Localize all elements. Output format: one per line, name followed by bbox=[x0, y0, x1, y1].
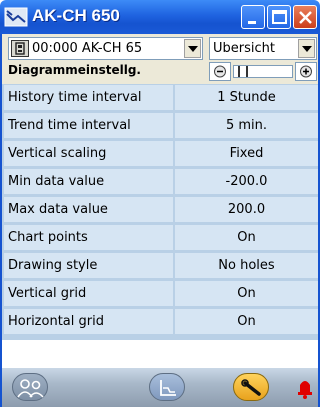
chevron-down-icon[interactable] bbox=[298, 39, 315, 58]
app-icon bbox=[4, 6, 28, 28]
device-select-value: 00:000 AK-CH 65 bbox=[32, 41, 143, 56]
setting-value[interactable]: 200.0 bbox=[175, 197, 318, 222]
scroll-right-button[interactable] bbox=[295, 62, 317, 81]
setting-label: Drawing style bbox=[4, 253, 173, 278]
setting-value[interactable]: On bbox=[175, 309, 318, 334]
close-icon bbox=[299, 11, 312, 24]
setting-value[interactable]: -200.0 bbox=[175, 169, 318, 194]
chevron-down-icon[interactable] bbox=[184, 39, 201, 58]
settings-table: History time interval 1 Stunde Trend tim… bbox=[0, 84, 320, 340]
maximize-button[interactable] bbox=[267, 5, 291, 29]
setting-label: Horizontal grid bbox=[4, 309, 173, 334]
minus-icon bbox=[214, 65, 226, 78]
minimize-icon bbox=[248, 21, 256, 24]
plus-icon bbox=[300, 65, 312, 78]
setting-label: Trend time interval bbox=[4, 113, 173, 138]
table-row[interactable]: Vertical grid On bbox=[4, 281, 318, 307]
scroll-left-button[interactable] bbox=[209, 62, 231, 81]
setting-label: Max data value bbox=[4, 197, 173, 222]
setting-value[interactable]: Fixed bbox=[175, 141, 318, 166]
table-row[interactable]: History time interval 1 Stunde bbox=[4, 85, 318, 111]
people-icon bbox=[17, 379, 44, 398]
table-row[interactable]: Drawing style No holes bbox=[4, 253, 318, 279]
setting-label: Chart points bbox=[4, 225, 173, 250]
setting-label: Min data value bbox=[4, 169, 173, 194]
view-select[interactable]: Übersicht bbox=[209, 37, 317, 60]
title-bar: AK-CH 650 bbox=[0, 0, 320, 34]
maximize-icon bbox=[272, 10, 287, 24]
chart-button[interactable] bbox=[149, 373, 185, 401]
setting-label: Vertical grid bbox=[4, 281, 173, 306]
setting-value[interactable]: On bbox=[175, 281, 318, 306]
scroll-thumb[interactable] bbox=[238, 66, 248, 77]
scroll-track[interactable] bbox=[233, 65, 293, 78]
setting-label: Vertical scaling bbox=[4, 141, 173, 166]
table-row[interactable]: Min data value -200.0 bbox=[4, 169, 318, 195]
table-row[interactable]: Horizontal grid On bbox=[4, 309, 318, 335]
close-button[interactable] bbox=[293, 5, 317, 29]
people-button[interactable] bbox=[12, 373, 48, 401]
table-row[interactable]: Trend time interval 5 min. bbox=[4, 113, 318, 139]
table-row[interactable]: Chart points On bbox=[4, 225, 318, 251]
table-row[interactable]: Vertical scaling Fixed bbox=[4, 141, 318, 167]
section-heading: Diagrammeinstellg. bbox=[8, 63, 141, 77]
setting-value[interactable]: 5 min. bbox=[175, 113, 318, 138]
page-scroller[interactable] bbox=[209, 62, 317, 81]
bottom-toolbar bbox=[0, 368, 320, 407]
setting-label: History time interval bbox=[4, 85, 173, 110]
device-select[interactable]: 00:000 AK-CH 65 bbox=[8, 37, 203, 60]
setting-value[interactable]: No holes bbox=[175, 253, 318, 278]
toolbar: 00:000 AK-CH 65 Übersicht Diagrammeinste… bbox=[0, 34, 320, 84]
setting-value[interactable]: 1 Stunde bbox=[175, 85, 318, 110]
window-title: AK-CH 650 bbox=[32, 6, 120, 25]
view-select-value: Übersicht bbox=[213, 41, 275, 56]
wrench-icon bbox=[241, 379, 261, 396]
chart-icon bbox=[160, 380, 176, 396]
empty-area bbox=[0, 340, 320, 368]
wrench-button[interactable] bbox=[233, 373, 269, 401]
minimize-button[interactable] bbox=[241, 5, 265, 29]
device-icon bbox=[11, 40, 29, 57]
setting-value[interactable]: On bbox=[175, 225, 318, 250]
alarm-icon[interactable] bbox=[294, 374, 316, 400]
table-row[interactable]: Max data value 200.0 bbox=[4, 197, 318, 223]
